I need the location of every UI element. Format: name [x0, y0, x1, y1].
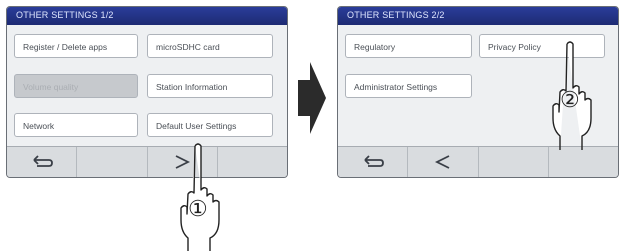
microsdhc-card-button[interactable]: microSDHC card: [147, 34, 273, 58]
nav-cell-empty: [549, 147, 618, 177]
previous-icon: [434, 155, 450, 169]
volume-quality-button: Volume quality: [14, 74, 138, 98]
nav-cell-empty: [218, 147, 287, 177]
right-arrow-icon: [298, 62, 326, 134]
back-button[interactable]: [338, 147, 409, 177]
nav-cell-empty: [77, 147, 148, 177]
step-1-marker: ①: [188, 196, 208, 221]
bottom-nav-bar: [7, 146, 287, 177]
register-delete-apps-button[interactable]: Register / Delete apps: [14, 34, 138, 58]
station-information-button[interactable]: Station Information: [147, 74, 273, 98]
regulatory-button[interactable]: Regulatory: [345, 34, 472, 58]
default-user-settings-button[interactable]: Default User Settings: [147, 113, 273, 137]
screen-title: OTHER SETTINGS 1/2: [16, 10, 114, 20]
title-bar: OTHER SETTINGS 1/2: [7, 7, 287, 25]
previous-page-button[interactable]: [408, 147, 479, 177]
administrator-settings-button[interactable]: Administrator Settings: [345, 74, 472, 98]
bottom-nav-bar: [338, 146, 618, 177]
back-icon: [32, 155, 53, 167]
other-settings-screen-1: OTHER SETTINGS 1/2 Register / Delete app…: [6, 6, 288, 178]
screen-title: OTHER SETTINGS 2/2: [347, 10, 445, 20]
back-button[interactable]: [7, 147, 78, 177]
back-icon: [363, 155, 384, 167]
nav-cell-empty: [479, 147, 549, 177]
network-button[interactable]: Network: [14, 113, 138, 137]
step-2-marker: ②: [560, 87, 580, 112]
title-bar: OTHER SETTINGS 2/2: [338, 7, 618, 25]
